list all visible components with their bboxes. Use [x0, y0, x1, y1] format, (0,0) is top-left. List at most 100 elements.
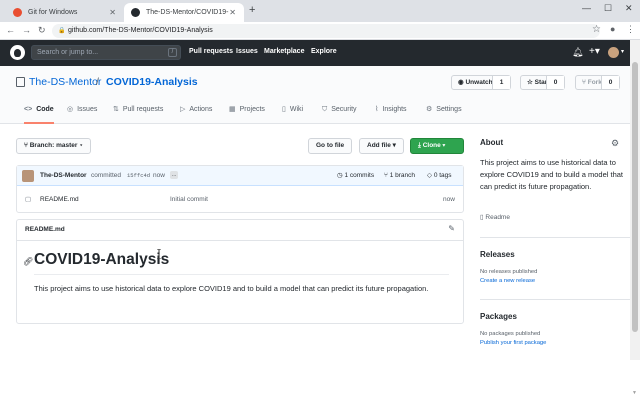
fork-label: Fork: [587, 79, 602, 86]
repo-owner-link[interactable]: The-DS-Mentor: [29, 76, 101, 88]
readme-panel: README.md ✎ 🔗︎ COVID19-Analysis This pro…: [16, 219, 464, 324]
tab-code[interactable]: <> Code: [24, 104, 54, 124]
tab-issues[interactable]: ◎ Issues: [67, 104, 97, 124]
minimize-icon[interactable]: —: [582, 3, 591, 13]
git-favicon-icon: [13, 8, 22, 17]
close-tab-icon[interactable]: ✕: [229, 3, 236, 22]
clone-label: Clone: [422, 142, 441, 149]
committer-avatar[interactable]: [22, 170, 34, 182]
address-bar-row: ← → ↻ 🔒 github.com/The-DS-Mentor/COVID19…: [0, 22, 640, 40]
file-browser: The-DS-Mentor committed 15ffc4d now ... …: [16, 165, 464, 213]
github-logo-icon[interactable]: [10, 45, 25, 60]
divider: [480, 237, 630, 238]
file-commit-message[interactable]: Initial commit: [170, 195, 208, 205]
profile-icon[interactable]: ●: [610, 24, 615, 34]
nav-pull-requests[interactable]: Pull requests: [189, 48, 233, 55]
bookmark-star-icon[interactable]: ☆: [592, 24, 601, 35]
create-new-plus-icon[interactable]: +▾: [589, 46, 600, 57]
repo-path-separator: /: [96, 76, 99, 88]
nav-issues[interactable]: Issues: [236, 48, 258, 55]
url-text: github.com/The-DS-Mentor/COVID19-Analysi…: [68, 27, 213, 34]
divider: [34, 274, 449, 275]
book-icon: ▯: [282, 106, 286, 113]
repo-name-link[interactable]: COVID19-Analysis: [106, 76, 198, 88]
file-row[interactable]: ▢ README.md Initial commit now: [17, 187, 463, 213]
commits-count-link[interactable]: ◷ 1 commits: [337, 171, 374, 181]
file-name-link[interactable]: README.md: [40, 195, 79, 205]
forward-icon[interactable]: →: [22, 25, 31, 35]
commit-sha-link[interactable]: 15ffc4d: [127, 171, 150, 181]
clone-button[interactable]: ⤓ Clone ▾: [410, 138, 464, 154]
branch-select-button[interactable]: ⑂ Branch: master ▾: [16, 138, 92, 154]
url-field[interactable]: 🔒 github.com/The-DS-Mentor/COVID19-Analy…: [52, 24, 600, 38]
tab-actions[interactable]: ▷ Actions: [180, 104, 212, 124]
back-icon[interactable]: ←: [6, 25, 15, 35]
scroll-down-icon[interactable]: ▼: [632, 390, 637, 396]
about-description: This project aims to use historical data…: [480, 158, 624, 191]
commit-author-link[interactable]: The-DS-Mentor: [40, 171, 87, 181]
notifications-bell-icon[interactable]: 🔔︎: [572, 47, 583, 58]
tags-count-link[interactable]: ◇ 0 tags: [427, 171, 452, 181]
readme-link[interactable]: ▯ Readme: [480, 213, 510, 221]
tab-insights[interactable]: ⌇ Insights: [375, 104, 407, 124]
tab-actions-label: Actions: [189, 106, 213, 113]
star-count[interactable]: 0: [546, 76, 564, 89]
browser-tab-git-for-windows[interactable]: Git for Windows ✕: [6, 3, 124, 22]
releases-heading[interactable]: Releases: [480, 250, 515, 259]
tab-security[interactable]: ⛉ Security: [322, 104, 357, 124]
publish-package-link[interactable]: Publish your first package: [480, 340, 546, 346]
reload-icon[interactable]: ↻: [38, 25, 46, 36]
readme-body: This project aims to use historical data…: [34, 284, 429, 293]
add-file-button[interactable]: Add file ▾: [359, 138, 404, 154]
search-input[interactable]: Search or jump to... /: [31, 45, 181, 60]
tab-settings[interactable]: ⚙ Settings: [426, 104, 462, 124]
readme-link-label: Readme: [485, 214, 510, 221]
packages-heading[interactable]: Packages: [480, 312, 517, 321]
expand-commit-button[interactable]: ...: [170, 171, 179, 179]
tab-pull-requests[interactable]: ⇅ Pull requests: [113, 104, 163, 124]
play-icon: ▷: [180, 106, 186, 113]
nav-explore[interactable]: Explore: [311, 48, 337, 55]
branches-count-link[interactable]: ⑂ 1 branch: [384, 171, 415, 181]
browser-tab-github[interactable]: The-DS-Mentor/COVID19-Analysis ✕: [124, 3, 244, 35]
nav-marketplace[interactable]: Marketplace: [264, 48, 304, 55]
browser-menu-icon[interactable]: ⋮: [626, 24, 635, 35]
file-icon: ▢: [25, 196, 32, 203]
fork-count[interactable]: 0: [601, 76, 619, 89]
tab-wiki-label: Wiki: [289, 106, 304, 113]
tab-label: Git for Windows: [28, 9, 78, 16]
scrollbar-thumb[interactable]: [632, 62, 638, 332]
close-tab-icon[interactable]: ✕: [109, 3, 116, 22]
page-scrollbar[interactable]: ▲ ▼: [630, 40, 640, 396]
watch-count[interactable]: 1: [492, 76, 510, 89]
commit-time: now: [153, 172, 165, 179]
issue-icon: ◎: [67, 106, 74, 113]
graph-icon: ⌇: [375, 106, 379, 113]
file-commit-time: now: [443, 196, 455, 203]
readme-heading: COVID19-Analysis: [34, 251, 170, 268]
new-tab-icon[interactable]: +: [249, 4, 255, 16]
close-window-icon[interactable]: ✕: [625, 3, 633, 14]
user-avatar[interactable]: [608, 47, 619, 58]
go-to-file-button[interactable]: Go to file: [308, 138, 353, 154]
unwatch-button[interactable]: ◉ Unwatch 1: [451, 75, 511, 90]
tab-projects[interactable]: ▦ Projects: [229, 104, 265, 124]
fork-button[interactable]: ⑂ Fork 0: [575, 75, 620, 90]
avatar-dropdown-icon[interactable]: ▾: [621, 48, 624, 55]
add-file-label: Add file: [367, 142, 391, 149]
star-button[interactable]: ☆ Star 0: [520, 75, 565, 90]
gear-icon[interactable]: ⚙: [611, 138, 619, 149]
edit-pencil-icon[interactable]: ✎: [448, 224, 455, 233]
link-anchor-icon[interactable]: 🔗︎: [23, 257, 33, 266]
tab-security-label: Security: [331, 106, 357, 113]
branch-label: Branch: master: [29, 142, 78, 149]
shield-icon: ⛉: [322, 106, 328, 113]
packages-empty-text: No packages published: [480, 331, 541, 337]
maximize-icon[interactable]: ☐: [604, 3, 612, 14]
tag-icon: ◇: [427, 172, 434, 179]
tab-wiki[interactable]: ▯ Wiki: [282, 104, 303, 124]
tab-pull-requests-label: Pull requests: [122, 106, 164, 113]
github-header: Search or jump to... / Pull requests Iss…: [0, 40, 630, 66]
commits-count-label: 1 commits: [344, 172, 375, 179]
create-release-link[interactable]: Create a new release: [480, 278, 535, 284]
